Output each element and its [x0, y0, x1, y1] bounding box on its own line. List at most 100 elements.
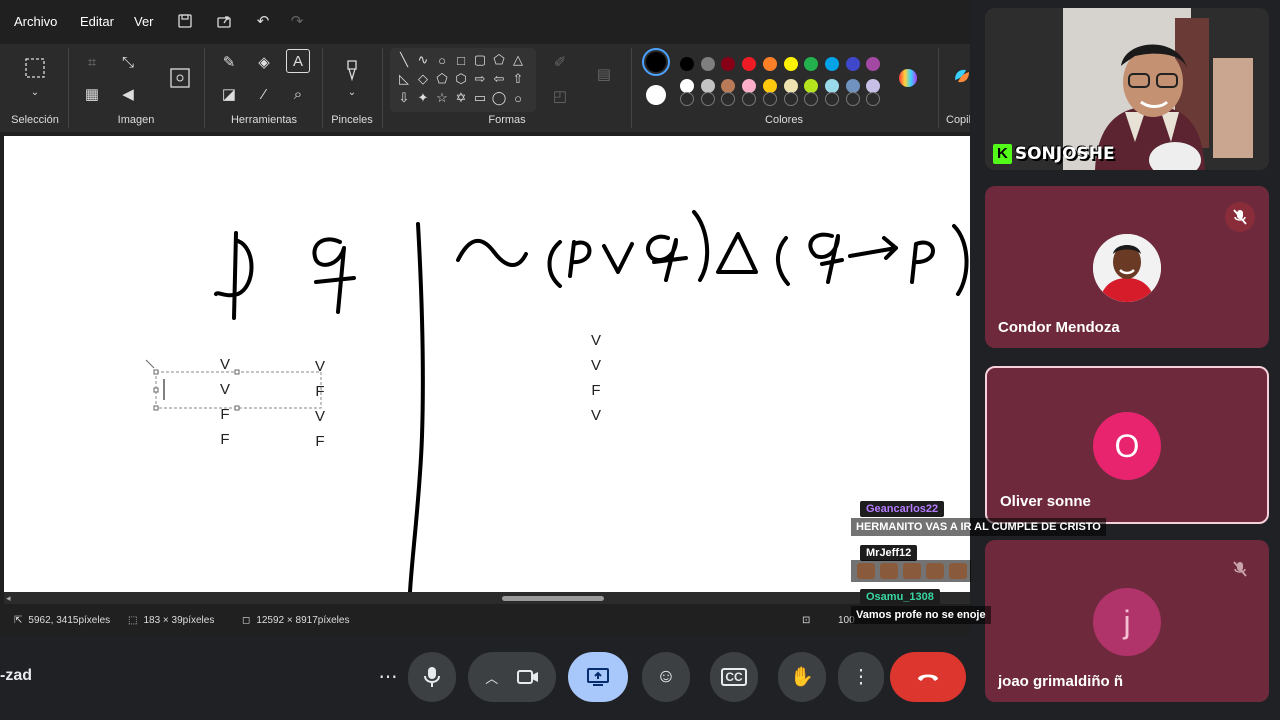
- menu-view[interactable]: Ver: [134, 14, 154, 29]
- custom-color-slot[interactable]: [721, 92, 736, 106]
- color-swatch[interactable]: [762, 79, 777, 93]
- resize-icon[interactable]: ⤡: [116, 50, 140, 74]
- horizontal-scrollbar[interactable]: [4, 592, 970, 604]
- color-swatch[interactable]: [680, 57, 694, 71]
- curve-shape-icon[interactable]: ∿: [415, 52, 431, 68]
- custom-color-slot[interactable]: [804, 92, 819, 106]
- color-swatch[interactable]: [866, 57, 881, 71]
- raise-hand-button[interactable]: ✋: [778, 652, 826, 702]
- triangle-shape-icon[interactable]: △: [510, 52, 526, 68]
- custom-color-slot[interactable]: [783, 92, 798, 106]
- brush-icon[interactable]: [340, 58, 364, 82]
- color-swatch[interactable]: [762, 57, 777, 71]
- microphone-button[interactable]: [408, 652, 456, 702]
- drawing-canvas[interactable]: VVFF VFVF VVFV: [4, 136, 970, 592]
- color-swatch[interactable]: [866, 79, 881, 93]
- left-arrow-shape-icon[interactable]: ⇦: [491, 71, 507, 87]
- more-actions-button[interactable]: ⋮: [838, 652, 884, 702]
- cloud-callout-shape-icon[interactable]: ○: [510, 90, 526, 106]
- fill-bucket-icon[interactable]: ◈: [252, 50, 276, 74]
- more-options-button[interactable]: ⋯: [364, 652, 412, 702]
- polygon-shape-icon[interactable]: ⬠: [491, 52, 507, 68]
- color-swatch[interactable]: [721, 79, 736, 93]
- camera-button[interactable]: ︿: [468, 652, 556, 702]
- callout-rect-shape-icon[interactable]: ▭: [472, 90, 488, 106]
- outline-icon[interactable]: ✐: [548, 50, 572, 74]
- color-swatch[interactable]: [742, 79, 757, 93]
- callout-oval-shape-icon[interactable]: ◯: [491, 90, 507, 106]
- custom-color-slot[interactable]: [700, 92, 715, 106]
- custom-color-slot[interactable]: [742, 92, 757, 106]
- chevron-down-icon[interactable]: ⌄: [23, 80, 47, 104]
- pentagon-shape-icon[interactable]: ⬠: [434, 71, 450, 87]
- share-icon[interactable]: [215, 12, 233, 30]
- participant-tile[interactable]: Condor Mendoza: [985, 186, 1269, 348]
- color-swatch[interactable]: [804, 57, 819, 71]
- eraser-icon[interactable]: ◪: [217, 82, 241, 106]
- shapes-gallery[interactable]: ╲ ∿ ○ □ ▢ ⬠ △ ◺ ◇ ⬠ ⬡ ⇨ ⇦ ⇧ ⇩ ✦ ☆ ✡ ▭ ◯ …: [390, 48, 536, 112]
- crop-icon[interactable]: ⌗: [80, 50, 104, 74]
- participant-tile[interactable]: j joao grimaldiño ñ: [985, 540, 1269, 702]
- scrollbar-thumb[interactable]: [502, 596, 604, 601]
- scroll-left-icon[interactable]: ◂: [6, 593, 11, 604]
- color-swatch[interactable]: [824, 57, 839, 71]
- custom-color-slot[interactable]: [824, 92, 839, 106]
- captions-button[interactable]: CC: [710, 652, 758, 702]
- right-triangle-shape-icon[interactable]: ◺: [396, 71, 412, 87]
- reactions-button[interactable]: ☺: [642, 652, 690, 702]
- fill-icon[interactable]: ◰: [548, 84, 572, 108]
- up-arrow-shape-icon[interactable]: ⇧: [510, 71, 526, 87]
- custom-color-slot[interactable]: [845, 92, 860, 106]
- grid-icon[interactable]: ▦: [80, 82, 104, 106]
- color-swatch[interactable]: [845, 79, 860, 93]
- color-swatch[interactable]: [700, 57, 715, 71]
- color-swatch[interactable]: [783, 79, 798, 93]
- copilot-icon[interactable]: [950, 64, 970, 88]
- webcam-tile[interactable]: K SONJOSHE: [985, 8, 1269, 170]
- leave-call-button[interactable]: [890, 652, 966, 702]
- custom-color-slot[interactable]: [680, 92, 694, 106]
- image-select-icon[interactable]: [168, 66, 192, 90]
- right-arrow-shape-icon[interactable]: ⇨: [472, 71, 488, 87]
- color-swatch[interactable]: [680, 79, 694, 93]
- oval-shape-icon[interactable]: ○: [434, 52, 450, 68]
- redo-icon[interactable]: ↷: [288, 12, 306, 30]
- custom-color-slot[interactable]: [866, 92, 881, 106]
- hexagon-shape-icon[interactable]: ⬡: [453, 71, 469, 87]
- edit-colors-icon[interactable]: [896, 66, 920, 90]
- magnifier-icon[interactable]: ⌕: [286, 82, 310, 106]
- line-shape-icon[interactable]: ╲: [396, 52, 412, 68]
- down-arrow-shape-icon[interactable]: ⇩: [396, 90, 412, 106]
- select-rectangle-icon[interactable]: [23, 56, 47, 80]
- six-point-star-shape-icon[interactable]: ✡: [453, 90, 469, 106]
- participant-tile-speaking[interactable]: O Oliver sonne: [985, 366, 1269, 524]
- diamond-shape-icon[interactable]: ◇: [415, 71, 431, 87]
- five-point-star-shape-icon[interactable]: ☆: [434, 90, 450, 106]
- present-screen-button[interactable]: [568, 652, 628, 702]
- save-icon[interactable]: [176, 12, 194, 30]
- secondary-color[interactable]: [646, 85, 666, 105]
- rotate-icon[interactable]: ◀: [116, 82, 140, 106]
- color-swatch[interactable]: [804, 79, 819, 93]
- menu-edit[interactable]: Editar: [80, 14, 114, 29]
- color-swatch[interactable]: [783, 57, 798, 71]
- color-swatch[interactable]: [845, 57, 860, 71]
- pencil-icon[interactable]: ✎: [217, 50, 241, 74]
- color-swatch[interactable]: [721, 57, 736, 71]
- color-swatch[interactable]: [824, 79, 839, 93]
- fit-to-window-icon[interactable]: ⊡: [802, 615, 810, 626]
- rounded-rectangle-shape-icon[interactable]: ▢: [472, 52, 488, 68]
- primary-color[interactable]: [642, 48, 670, 76]
- color-swatch[interactable]: [742, 57, 757, 71]
- emote-icon: [857, 563, 875, 579]
- menu-file[interactable]: Archivo: [14, 14, 57, 29]
- custom-color-slot[interactable]: [762, 92, 777, 106]
- layers-icon[interactable]: ▤: [592, 62, 616, 86]
- color-swatch[interactable]: [700, 79, 715, 93]
- color-picker-icon[interactable]: ⁄: [252, 82, 276, 106]
- chevron-down-icon[interactable]: ⌄: [340, 80, 364, 104]
- four-point-star-shape-icon[interactable]: ✦: [415, 90, 431, 106]
- rectangle-shape-icon[interactable]: □: [453, 52, 469, 68]
- undo-icon[interactable]: ↶: [254, 12, 272, 30]
- text-tool-icon[interactable]: A: [286, 49, 310, 73]
